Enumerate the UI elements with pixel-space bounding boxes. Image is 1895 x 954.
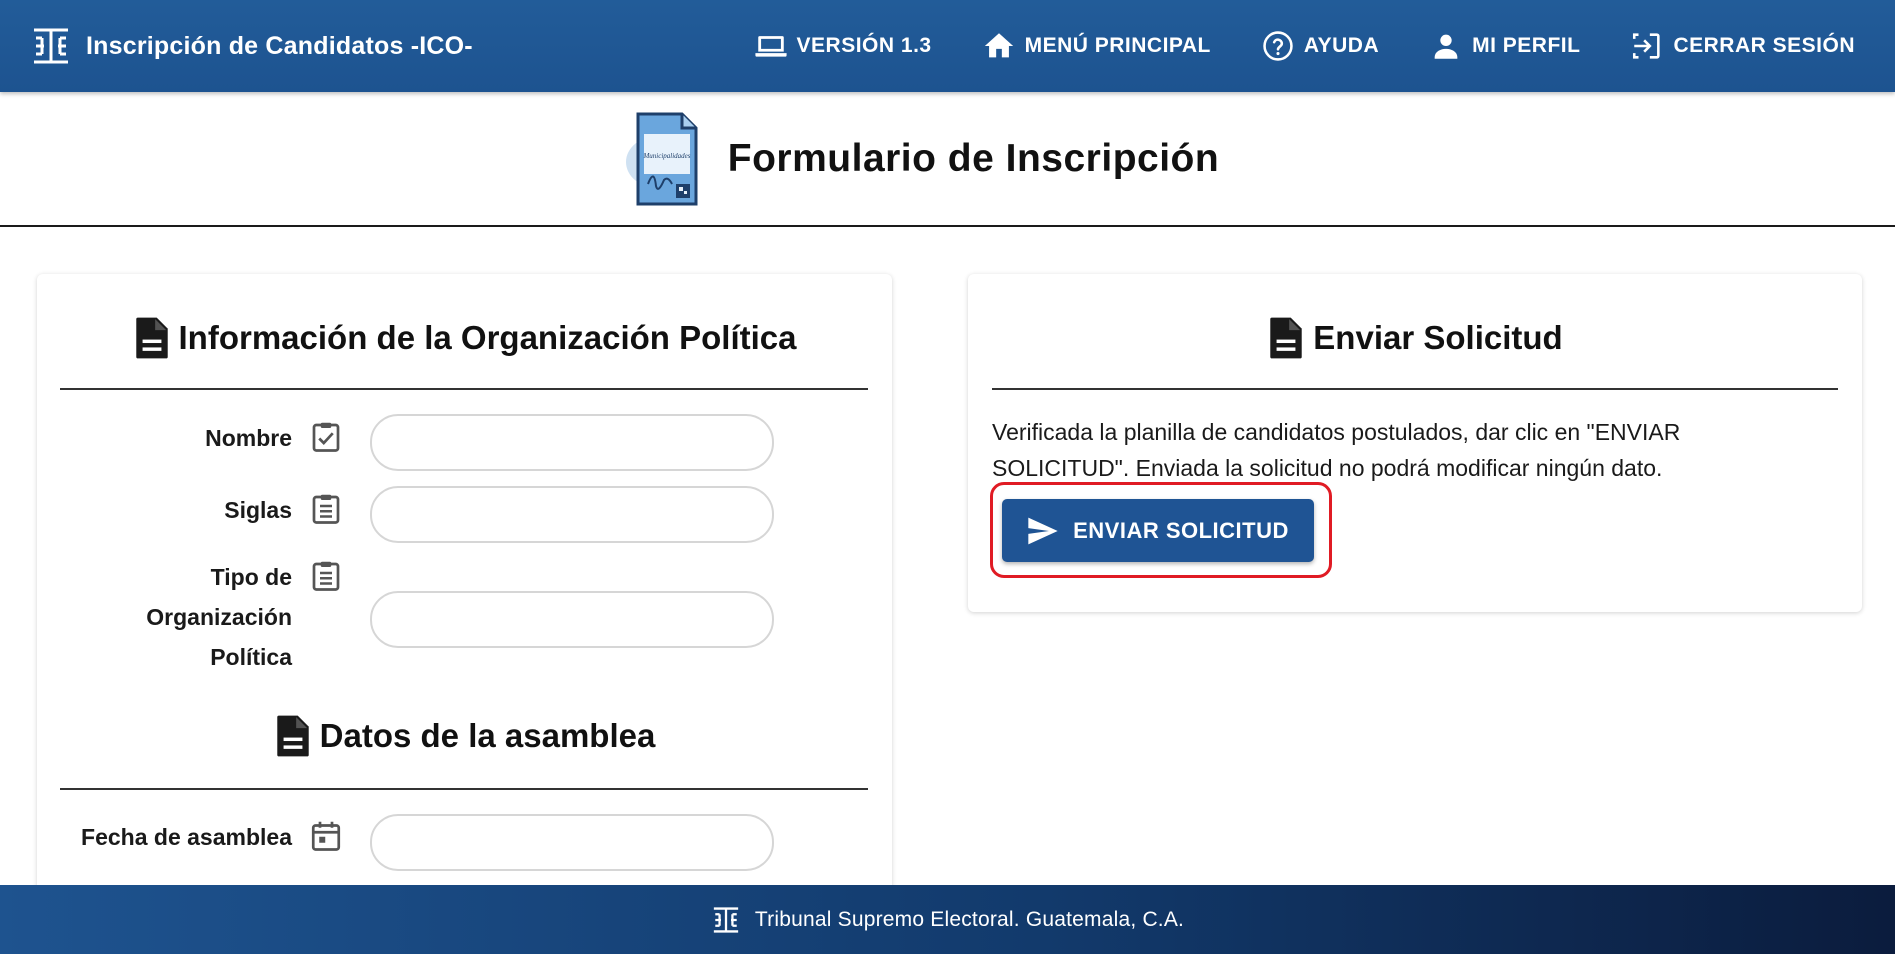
field-tipo-label-line1: Tipo de xyxy=(210,564,292,590)
tipo-organizacion-input[interactable] xyxy=(370,591,774,648)
top-header: Inscripción de Candidatos -ICO- VERSIÓN … xyxy=(0,0,1895,92)
nav-main-menu[interactable]: MENÚ PRINCIPAL xyxy=(982,29,1211,63)
org-divider xyxy=(60,388,868,390)
org-heading-text: Información de la Organización Política xyxy=(178,319,797,356)
help-circle-icon xyxy=(1263,31,1293,61)
top-nav: VERSIÓN 1.3 MENÚ PRINCIPAL AYUDA MI PERF… xyxy=(754,0,1855,92)
nombre-input[interactable] xyxy=(370,414,774,471)
field-nombre-label: Nombre xyxy=(205,425,292,451)
laptop-icon xyxy=(754,36,787,57)
siglas-input[interactable] xyxy=(370,486,774,543)
nav-main-menu-label: MENÚ PRINCIPAL xyxy=(1024,34,1211,57)
clipboard-icon xyxy=(312,561,340,591)
document-icon xyxy=(1270,317,1303,359)
checked-clipboard-icon xyxy=(312,422,340,452)
svg-text:Municipalidades: Municipalidades xyxy=(642,152,690,160)
fecha-asamblea-input[interactable] xyxy=(370,814,774,871)
calendar-icon xyxy=(311,821,341,851)
nav-logout-label: CERRAR SESIÓN xyxy=(1673,34,1855,57)
field-tipo-label-line2: Organización xyxy=(146,604,292,630)
tse-logo-icon xyxy=(34,28,68,64)
send-request-card: Enviar Solicitud Verificada la planilla … xyxy=(968,274,1862,612)
send-heading-text: Enviar Solicitud xyxy=(1313,319,1563,356)
assembly-divider xyxy=(60,788,868,790)
nav-help-label: AYUDA xyxy=(1303,34,1380,57)
person-icon xyxy=(1434,34,1458,59)
nav-profile[interactable]: MI PERFIL xyxy=(1429,29,1580,63)
field-fecha-label: Fecha de asamblea xyxy=(81,824,292,850)
page-title-row: Municipalidades Formulario de Inscripció… xyxy=(0,92,1895,227)
send-divider xyxy=(992,388,1838,390)
nav-profile-label: MI PERFIL xyxy=(1472,34,1581,57)
organization-card: Información de la Organización Política … xyxy=(37,274,892,954)
send-heading: Enviar Solicitud xyxy=(968,316,1862,360)
nav-logout[interactable]: CERRAR SESIÓN xyxy=(1630,29,1855,63)
nav-version[interactable]: VERSIÓN 1.3 xyxy=(754,29,932,63)
send-request-button[interactable]: ENVIAR SOLICITUD xyxy=(1002,499,1314,562)
app-title: Inscripción de Candidatos -ICO- xyxy=(86,31,473,60)
footer-text: Tribunal Supremo Electoral. Guatemala, C… xyxy=(754,907,1185,931)
send-icon xyxy=(1028,517,1058,544)
nav-help[interactable]: AYUDA xyxy=(1261,29,1379,63)
document-icon xyxy=(135,317,168,359)
document-icon xyxy=(276,715,309,757)
nav-version-label: VERSIÓN 1.3 xyxy=(796,34,932,57)
footer: Tribunal Supremo Electoral. Guatemala, C… xyxy=(0,885,1895,954)
tse-logo-icon xyxy=(713,906,739,933)
clipboard-icon xyxy=(312,494,340,524)
brand[interactable]: Inscripción de Candidatos -ICO- xyxy=(30,25,473,67)
field-tipo-label-line3: Política xyxy=(210,644,292,670)
field-siglas-label: Siglas xyxy=(224,497,292,523)
assembly-heading-text: Datos de la asamblea xyxy=(319,717,656,754)
home-icon xyxy=(984,33,1013,58)
municipalidades-document-icon: Municipalidades xyxy=(625,112,698,205)
send-instructions: Verificada la planilla de candidatos pos… xyxy=(992,419,1681,481)
logout-icon xyxy=(1633,33,1661,59)
assembly-heading: Datos de la asamblea xyxy=(37,714,892,758)
page-title: Formulario de Inscripción xyxy=(727,136,1220,180)
org-heading: Información de la Organización Política xyxy=(37,316,892,360)
send-request-button-label: ENVIAR SOLICITUD xyxy=(1073,517,1289,543)
